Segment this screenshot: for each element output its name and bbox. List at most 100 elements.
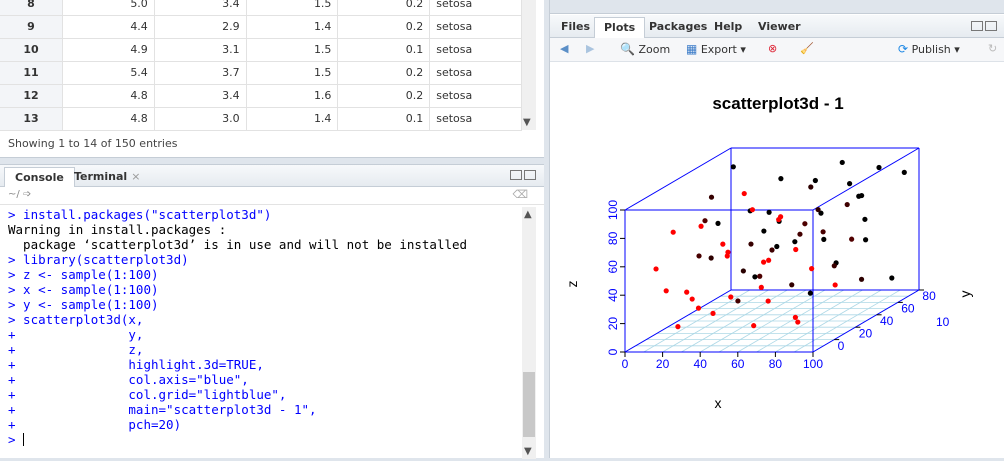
species-cell: setosa xyxy=(429,84,522,108)
console-output[interactable]: > install.packages("scatterplot3d") Warni… xyxy=(0,207,522,459)
value-cell: 3.4 xyxy=(154,0,247,16)
minimize-pane-button[interactable] xyxy=(971,21,983,31)
x-tick-label: 20 xyxy=(656,357,670,371)
z-tick-label: 60 xyxy=(606,260,620,274)
clear-console-icon[interactable]: ⌫ xyxy=(512,188,528,201)
remove-plot-icon[interactable]: ⊗ xyxy=(768,42,777,55)
scroll-up-icon[interactable]: ▲ xyxy=(524,209,532,220)
value-cell: 0.1 xyxy=(337,38,431,62)
console-scrollbar[interactable]: ▲ ▼ xyxy=(522,207,536,459)
data-point xyxy=(778,214,784,220)
data-point xyxy=(741,190,747,197)
y-tick-label: 40 xyxy=(880,314,894,328)
chart-title: scatterplot3d - 1 xyxy=(712,94,843,113)
tab-files[interactable]: Files xyxy=(552,17,599,38)
console-input-line: > x <- sample(1:100) xyxy=(8,282,159,297)
value-cell: 5.4 xyxy=(62,61,155,85)
value-cell: 3.7 xyxy=(154,61,247,85)
refresh-icon[interactable]: ↻ xyxy=(988,42,997,55)
plot-area: scatterplot3d - 1 0 20 40 60 80 100 0 20 40 60 80 10… xyxy=(550,62,1004,458)
close-icon[interactable]: × xyxy=(131,170,140,183)
data-point xyxy=(839,159,845,166)
row-number: 10 xyxy=(0,38,63,62)
right-tabbar: Files Plots Packages Help Viewer xyxy=(550,15,1004,38)
z-tick-label: 80 xyxy=(606,231,620,245)
species-cell: setosa xyxy=(429,61,522,85)
data-point xyxy=(807,290,813,296)
magnifier-icon: 🔍 xyxy=(620,42,635,56)
console-input-line: + highlight.3d=TRUE, xyxy=(8,357,264,372)
data-point xyxy=(689,296,695,302)
maximize-pane-button[interactable] xyxy=(524,170,536,180)
scroll-down-icon[interactable]: ▼ xyxy=(524,446,532,457)
clear-plots-icon[interactable]: 🧹 xyxy=(800,42,814,55)
data-point xyxy=(702,218,708,224)
data-point xyxy=(725,249,731,255)
back-arrow-icon[interactable]: ◀ xyxy=(560,42,568,55)
value-cell: 0.2 xyxy=(337,15,431,39)
data-point xyxy=(715,220,721,226)
console-input-line: > z <- sample(1:100) xyxy=(8,267,159,282)
console-input-line: > library(scatterplot3d) xyxy=(8,252,189,267)
data-point xyxy=(751,323,757,329)
table-row: 12 4.8 3.4 1.6 0.2 setosa xyxy=(0,84,522,108)
z-tick-label: 20 xyxy=(606,317,620,331)
value-cell: 1.5 xyxy=(246,0,339,16)
data-point xyxy=(876,164,882,171)
data-point xyxy=(849,236,855,242)
x-tick-label: 80 xyxy=(769,357,783,371)
forward-arrow-icon[interactable]: ▶ xyxy=(586,42,594,55)
maximize-pane-button[interactable] xyxy=(985,21,997,31)
x-tick-label: 60 xyxy=(731,357,745,371)
value-cell: 1.6 xyxy=(246,84,339,108)
value-cell: 4.8 xyxy=(62,107,155,131)
data-point xyxy=(821,236,827,242)
data-point xyxy=(735,298,741,304)
z-tick-label: 40 xyxy=(606,288,620,302)
console-output-line: package ‘scatterplot3d’ is in use and wi… xyxy=(8,237,468,252)
value-cell: 1.5 xyxy=(246,61,339,85)
box-edge xyxy=(624,147,732,211)
row-number: 8 xyxy=(0,0,63,16)
goto-directory-icon[interactable]: ➩ xyxy=(23,189,31,200)
data-point xyxy=(831,263,837,269)
tab-viewer[interactable]: Viewer xyxy=(749,17,810,38)
z-axis-label: z xyxy=(564,281,580,288)
table-row: 11 5.4 3.7 1.5 0.2 setosa xyxy=(0,61,522,85)
x-tick-label: 40 xyxy=(694,357,708,371)
data-point xyxy=(778,176,784,182)
tab-help[interactable]: Help xyxy=(705,17,751,38)
data-point xyxy=(820,229,826,235)
scroll-down-icon[interactable]: ▼ xyxy=(523,117,531,128)
data-point xyxy=(901,169,907,175)
species-cell: setosa xyxy=(429,107,522,131)
data-point xyxy=(856,193,862,199)
data-point xyxy=(757,273,763,279)
z-tick-label: 0 xyxy=(606,348,620,355)
publish-button[interactable]: ⟳ Publish ▾ xyxy=(898,42,960,56)
data-point xyxy=(832,282,838,288)
console-output-line: Warning in install.packages : xyxy=(8,222,227,237)
data-point xyxy=(808,184,814,190)
console-input-line: > scatterplot3d(x, xyxy=(8,312,144,327)
value-cell: 4.4 xyxy=(62,15,155,39)
value-cell: 3.0 xyxy=(154,107,247,131)
zoom-button[interactable]: 🔍 Zoom xyxy=(620,42,670,56)
value-cell: 1.4 xyxy=(246,15,339,39)
value-cell: 1.4 xyxy=(246,107,339,131)
tab-plots[interactable]: Plots xyxy=(594,17,646,38)
table-scrollbar[interactable]: ▼ xyxy=(522,0,536,130)
scrollbar-thumb[interactable] xyxy=(523,372,535,437)
data-point xyxy=(795,319,801,325)
minimize-pane-button[interactable] xyxy=(510,170,522,180)
data-point xyxy=(710,310,716,316)
working-directory: ~/ ➩ ⌫ xyxy=(0,187,544,205)
data-point xyxy=(812,177,818,184)
plots-toolbar: ◀ ▶ 🔍 Zoom ▦ Export ▾ ⊗ 🧹 ⟳ Publish ▾ ↻ xyxy=(550,38,1004,62)
export-button[interactable]: ▦ Export ▾ xyxy=(686,42,746,56)
table-row: 8 5.0 3.4 1.5 0.2 setosa xyxy=(0,0,522,16)
console-prompt-line[interactable]: > xyxy=(8,432,522,447)
tab-terminal[interactable]: Terminal × xyxy=(64,167,150,187)
box-edge xyxy=(812,147,920,211)
right-pane: Files Plots Packages Help Viewer ◀ ▶ 🔍 Z… xyxy=(549,0,1004,458)
